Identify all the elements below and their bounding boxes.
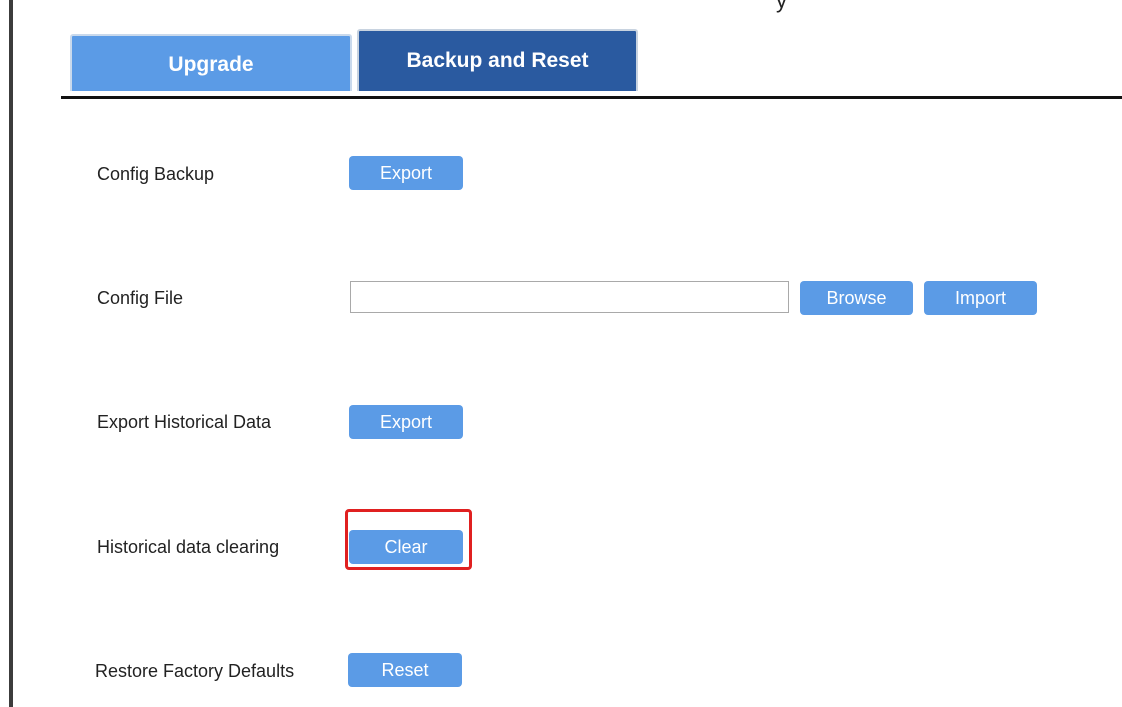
config-backup-label: Config Backup [97, 164, 215, 184]
tab-backup-and-reset[interactable]: Backup and Reset [357, 29, 638, 91]
tab-upgrade[interactable]: Upgrade [70, 34, 352, 91]
browse-button[interactable]: Browse [800, 281, 913, 315]
tab-divider [61, 96, 1122, 99]
left-border-bar [9, 0, 13, 707]
config-backup-export-button[interactable]: Export [349, 156, 463, 190]
historical-data-export-button[interactable]: Export [349, 405, 463, 439]
top-strip [13, 0, 1122, 10]
tab-backup-and-reset-label: Backup and Reset [406, 49, 589, 72]
config-file-label: Config File [97, 288, 184, 308]
backup-reset-page: y Upgrade Backup and Reset Config Backup… [0, 0, 1122, 707]
clear-highlight-box [345, 509, 472, 570]
historical-data-clearing-label: Historical data clearing [97, 537, 280, 557]
import-button[interactable]: Import [924, 281, 1037, 315]
restore-factory-defaults-label: Restore Factory Defaults [95, 661, 295, 681]
config-file-input[interactable] [350, 281, 789, 313]
reset-button[interactable]: Reset [348, 653, 462, 687]
top-cropped-text: y [776, 0, 787, 13]
export-historical-data-label: Export Historical Data [97, 412, 272, 432]
tab-upgrade-label: Upgrade [168, 52, 254, 76]
